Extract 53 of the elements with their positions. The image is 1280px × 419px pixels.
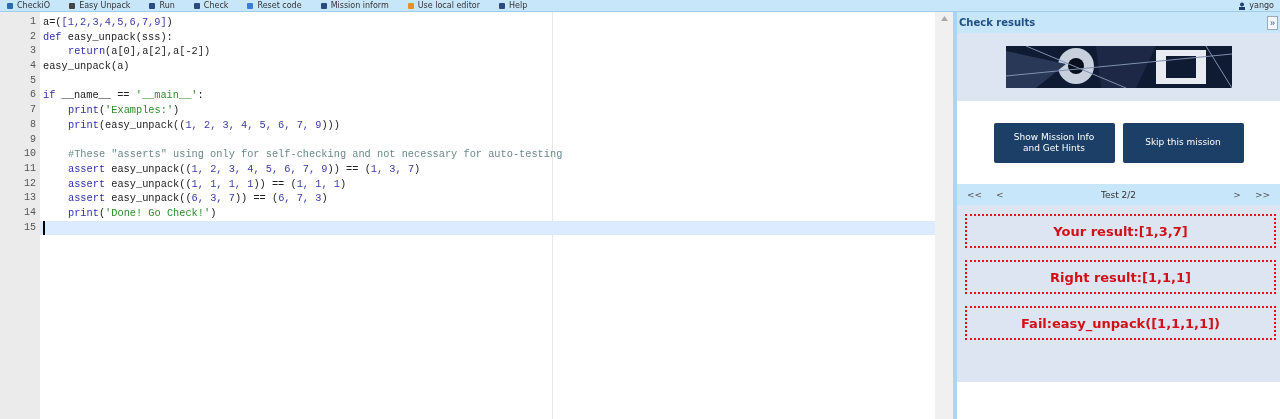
line-number: 12 [23, 176, 37, 191]
code-line: return(a[0],a[2],a[-2]) [68, 44, 211, 60]
line-number: 6 [29, 88, 37, 103]
toolbar-button[interactable]: Reset code [257, 0, 302, 11]
code-editor[interactable] [0, 12, 935, 419]
code-line: print(easy_unpack((1, 2, 3, 4, 5, 6, 7, 9))) [68, 117, 340, 133]
last-test-button[interactable]: >> [1254, 189, 1270, 200]
code-line: a=([1,2,3,4,5,6,7,9]) [43, 15, 173, 30]
toolbar-button[interactable]: Check [203, 0, 229, 11]
toolbar-button[interactable]: Help [509, 0, 528, 11]
code-line: def easy_unpack(sss): [43, 29, 173, 45]
code-line: print('Done! Go Check!') [68, 205, 217, 221]
code-line: if __name__ == '__main__': [43, 88, 204, 104]
line-number: 11 [23, 161, 37, 176]
result-message: Right result:[1,1,1] [965, 260, 1276, 294]
collapse-button[interactable]: » [1267, 15, 1278, 30]
toolbar-button[interactable]: Mission inform [330, 0, 389, 11]
logo-text: CheckiO [17, 0, 51, 11]
skip-mission-button[interactable]: Skip this mission [1122, 122, 1244, 163]
panel-title: Check results [959, 17, 1036, 28]
previous-test-button[interactable]: < [996, 189, 1004, 200]
code-line: assert easy_unpack((6, 3, 7)) == (6, 7, 3) [68, 191, 328, 206]
line-number: 5 [29, 73, 37, 88]
line-number: 7 [29, 103, 37, 118]
toolbar-button[interactable]: Easy Unpack [79, 0, 131, 11]
code-line: easy_unpack(a) [43, 59, 130, 74]
result-message: Your result:[1,3,7] [965, 214, 1276, 248]
line-number: 3 [29, 44, 37, 59]
line-number: 15 [23, 220, 37, 235]
mission-info-button[interactable]: Show Mission Info and Get Hints [993, 122, 1115, 163]
scroll-up-icon[interactable] [940, 16, 948, 21]
next-test-button[interactable]: > [1233, 189, 1241, 200]
line-number: 14 [23, 205, 37, 220]
line-number: 8 [29, 117, 37, 132]
line-number: 1 [29, 15, 37, 29]
line-number: 10 [23, 147, 37, 162]
result-message: Fail:easy_unpack([1,1,1,1]) [965, 306, 1276, 340]
toolbar-button[interactable]: Run [159, 0, 175, 11]
scrollbar[interactable] [935, 12, 953, 419]
line-number: 13 [23, 191, 37, 206]
first-test-button[interactable]: << [967, 189, 983, 200]
line-number: 4 [29, 59, 37, 74]
code-line: print('Examples:') [68, 103, 180, 118]
user-name[interactable]: yango [1249, 0, 1274, 11]
code-line: #These "asserts" using only for self-checking and not necessary for auto-testing [68, 147, 563, 162]
line-number: 2 [29, 29, 37, 44]
user-icon [1238, 1, 1247, 10]
code-line: assert easy_unpack((1, 2, 3, 4, 5, 6, 7, 9)) == (1, 3, 7) [68, 161, 421, 177]
toolbar-button[interactable]: Use local editor [417, 0, 480, 11]
test-counter: Test 2/2 [1099, 189, 1138, 200]
code-line: assert easy_unpack((1, 1, 1, 1)) == (1, 1, 1) [68, 176, 347, 192]
text-cursor [43, 220, 45, 235]
line-number: 9 [29, 132, 37, 147]
